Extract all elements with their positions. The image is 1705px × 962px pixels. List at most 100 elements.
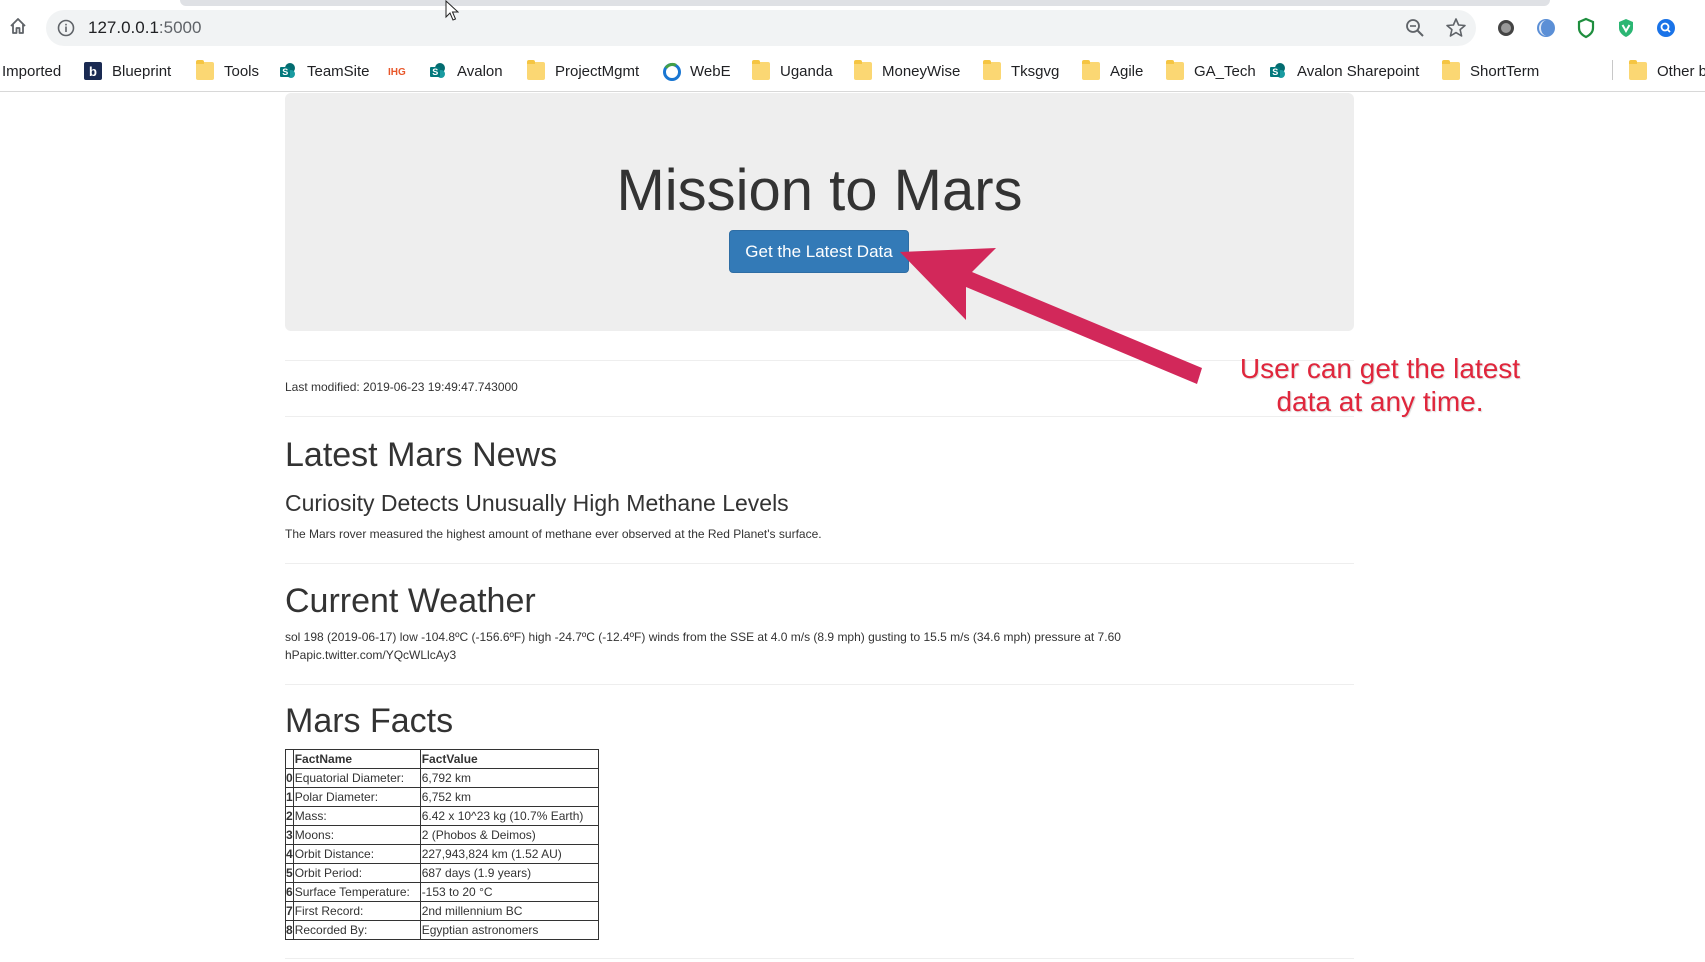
sharepoint-icon: S [429, 62, 447, 80]
table-row: 4 Orbit Distance: 227,943,824 km (1.52 AU) [285, 844, 599, 864]
extension-vshield-icon[interactable] [1614, 16, 1638, 40]
bookmark-avalon-sharepoint[interactable]: S Avalon Sharepoint [1269, 56, 1419, 86]
folder-icon [1629, 60, 1647, 80]
table-row: 8 Recorded By: Egyptian astronomers [285, 920, 599, 940]
annotation-callout: User can get the latest data at any time… [1230, 352, 1530, 418]
bookmark-tools[interactable]: Tools [196, 56, 259, 86]
svg-text:S: S [1272, 67, 1278, 77]
table-header-factname: FactName [292, 749, 421, 769]
table-row: 0 Equatorial Diameter: 6,792 km [285, 768, 599, 788]
row-index: 6 [285, 882, 294, 902]
fact-value: 2 (Phobos & Deimos) [419, 825, 599, 845]
folder-icon [854, 60, 872, 80]
bookmark-label: Blueprint [112, 62, 172, 80]
home-icon[interactable] [6, 14, 30, 38]
divider [285, 563, 1354, 564]
bookmark-label: MoneyWise [882, 62, 961, 80]
weather-text: sol 198 (2019-06-17) low -104.8ºC (-156.… [285, 628, 1121, 664]
fact-name: Orbit Period: [292, 863, 421, 883]
annotation-arrow-icon [900, 240, 1220, 395]
row-index: 5 [285, 863, 294, 883]
sharepoint-icon: S [279, 62, 297, 80]
bookmark-label: Avalon Sharepoint [1297, 62, 1420, 80]
fact-name: Recorded By: [292, 920, 421, 940]
bookmark-uganda[interactable]: Uganda [752, 56, 833, 86]
weather-line-1: sol 198 (2019-06-17) low -104.8ºC (-156.… [285, 630, 1121, 644]
bookmark-webe[interactable]: WebE [662, 56, 731, 86]
divider [285, 958, 1354, 959]
table-header-index [285, 749, 294, 769]
bookmark-avalon[interactable]: S Avalon [429, 56, 503, 86]
bookmark-blueprint[interactable]: b Blueprint [84, 56, 171, 86]
address-bar[interactable]: 127.0.0.1:5000 [46, 10, 1476, 46]
svg-text:b: b [89, 64, 97, 79]
fact-value: -153 to 20 °C [419, 882, 599, 902]
news-heading: Latest Mars News [285, 436, 558, 474]
url-text[interactable]: 127.0.0.1:5000 [88, 18, 201, 38]
row-index: 3 [285, 825, 294, 845]
fact-value: 227,943,824 km (1.52 AU) [419, 844, 599, 864]
ihg-logo-icon: IHG [388, 62, 406, 80]
bookmark-label: Uganda [780, 62, 833, 80]
row-index: 4 [285, 844, 294, 864]
bookmark-other[interactable]: Other b [1629, 56, 1705, 86]
fact-name: Polar Diameter: [292, 787, 421, 807]
row-index: 2 [285, 806, 294, 826]
facts-heading: Mars Facts [285, 702, 454, 740]
bookmark-tksgvg[interactable]: Tksgvg [983, 56, 1059, 86]
extension-shield-icon[interactable] [1574, 16, 1598, 40]
bookmark-ga-tech[interactable]: GA_Tech [1166, 56, 1256, 86]
fact-name: First Record: [292, 901, 421, 921]
bookmark-label: Imported [2, 62, 62, 80]
annotation-line-2: data at any time. [1276, 386, 1484, 417]
sharepoint-icon: S [1269, 62, 1287, 80]
bookmark-teamsite[interactable]: S TeamSite [279, 56, 370, 86]
bookmark-shortterm[interactable]: ShortTerm [1442, 56, 1539, 86]
bookmark-moneywise[interactable]: MoneyWise [854, 56, 960, 86]
zoom-icon[interactable] [1404, 17, 1426, 39]
bookmark-label: Agile [1110, 62, 1144, 80]
bookmark-label: GA_Tech [1194, 62, 1256, 80]
folder-icon [1166, 60, 1184, 80]
fact-name: Orbit Distance: [292, 844, 421, 864]
fact-name: Mass: [292, 806, 421, 826]
fact-name: Moons: [292, 825, 421, 845]
blueprint-b-icon: b [84, 62, 102, 80]
weather-heading: Current Weather [285, 582, 536, 620]
last-modified-text: Last modified: 2019-06-23 19:49:47.74300… [285, 380, 518, 394]
folder-icon [527, 60, 545, 80]
bookmark-ihg[interactable]: IHG [388, 56, 416, 86]
extension-circle-icon[interactable] [1494, 16, 1518, 40]
tab-strip [180, 0, 1550, 6]
extension-search-circle-icon[interactable] [1654, 16, 1678, 40]
news-title: Curiosity Detects Unusually High Methane… [285, 490, 789, 516]
extension-moon-icon[interactable] [1534, 16, 1558, 40]
table-row: 1 Polar Diameter: 6,752 km [285, 787, 599, 807]
table-header-row: FactName FactValue [285, 749, 599, 769]
row-index: 8 [285, 920, 294, 940]
divider [285, 684, 1354, 685]
table-row: 7 First Record: 2nd millennium BC [285, 901, 599, 921]
bookmark-projectmgmt[interactable]: ProjectMgmt [527, 56, 639, 86]
webe-ring-icon [662, 62, 681, 81]
url-port: :5000 [158, 18, 202, 37]
table-row: 6 Surface Temperature: -153 to 20 °C [285, 882, 599, 902]
annotation-line-1: User can get the latest [1239, 353, 1521, 384]
bookmark-agile[interactable]: Agile [1082, 56, 1143, 86]
bookmark-star-icon[interactable] [1444, 16, 1468, 40]
folder-icon [1082, 60, 1100, 80]
folder-icon [983, 60, 1001, 80]
svg-text:S: S [432, 67, 438, 77]
folder-icon [1442, 60, 1460, 80]
page-title: Mission to Mars [616, 158, 1023, 223]
fact-value: 6.42 x 10^23 kg (10.7% Earth) [419, 806, 599, 826]
info-icon[interactable] [56, 18, 76, 38]
get-latest-data-button[interactable]: Get the Latest Data [729, 230, 909, 273]
bookmark-label: Tksgvg [1011, 62, 1060, 80]
fact-value: Egyptian astronomers [419, 920, 599, 940]
weather-tweet-link[interactable]: hPapic.twitter.com/YQcWLlcAy3 [285, 646, 1121, 664]
bookmark-imported[interactable]: Imported [2, 56, 61, 86]
mars-facts-table: FactName FactValue 0 Equatorial Diameter:… [285, 749, 599, 940]
bookmarks-bar: Imported b Blueprint Tools S TeamSite IH… [0, 56, 1705, 86]
fact-name: Surface Temperature: [292, 882, 421, 902]
